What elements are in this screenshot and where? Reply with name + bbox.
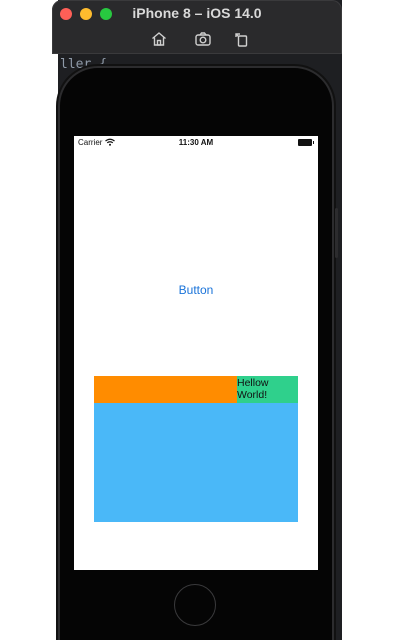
hello-world-label: Hellow World!	[237, 376, 298, 403]
window-title: iPhone 8 – iOS 14.0	[132, 5, 262, 21]
battery-icon	[298, 139, 314, 146]
screenshot-icon[interactable]	[194, 30, 212, 48]
rotate-icon[interactable]	[233, 30, 251, 48]
status-bar: Carrier 11:30 AM	[74, 136, 318, 150]
home-icon[interactable]	[150, 30, 168, 48]
device-screen: Carrier 11:30 AM Button Hellow World!	[74, 136, 318, 570]
orange-view	[94, 376, 237, 403]
side-button	[335, 208, 338, 258]
blue-view	[94, 403, 298, 522]
status-time: 11:30 AM	[178, 138, 214, 147]
simulator-titlebar: iPhone 8 – iOS 14.0	[52, 0, 342, 54]
home-button[interactable]	[174, 584, 216, 626]
main-button[interactable]: Button	[74, 283, 318, 297]
iphone-device-frame: Carrier 11:30 AM Button Hellow World!	[60, 68, 338, 640]
